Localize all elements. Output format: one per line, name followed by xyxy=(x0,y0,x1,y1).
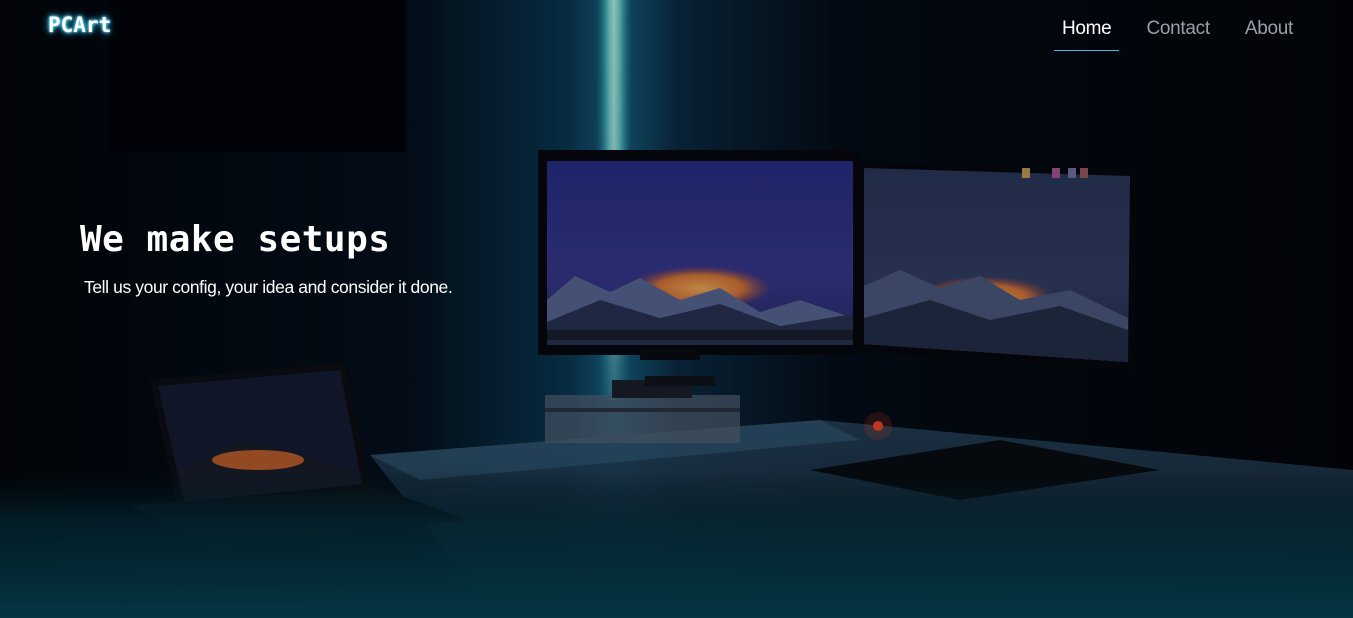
brand-logo[interactable]: PCArt xyxy=(48,13,111,37)
hero-background-photo xyxy=(0,0,1353,618)
main-navigation: Home Contact About xyxy=(1035,0,1301,54)
nav-item-about[interactable]: About xyxy=(1237,0,1301,52)
hero-subtitle: Tell us your config, your idea and consi… xyxy=(84,277,453,297)
nav-item-home[interactable]: Home xyxy=(1053,0,1120,52)
hero-title: We make setups xyxy=(80,219,391,260)
nav-item-contact[interactable]: Contact xyxy=(1138,0,1217,52)
landing-page: PCArt Home Contact About We make setups … xyxy=(0,0,1353,618)
